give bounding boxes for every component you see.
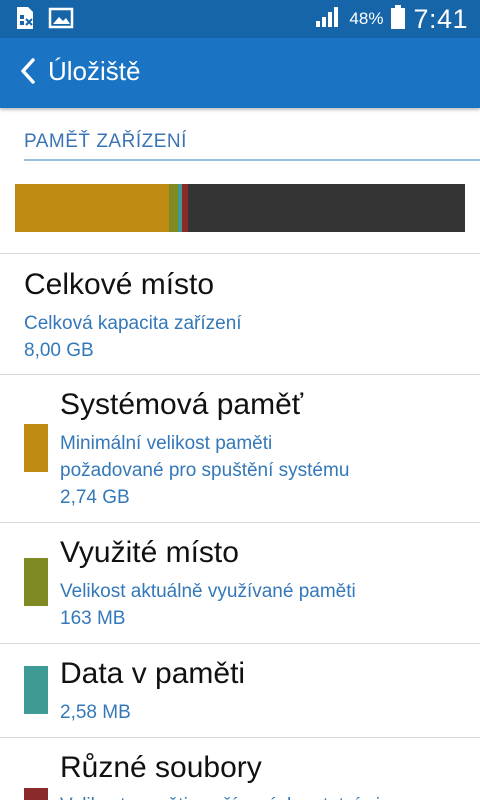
used-space-desc: Velikost aktuálně využívané paměti: [60, 581, 356, 602]
status-bar: 48% 7:41: [0, 0, 480, 38]
section-divider: [24, 159, 480, 161]
total-storage-row[interactable]: Celkové místo Celková kapacita zařízení …: [0, 254, 480, 374]
cached-data-title: Data v paměti: [60, 657, 246, 690]
system-memory-swatch: [24, 424, 48, 472]
storage-usage-bar: [15, 184, 465, 232]
used-space-title: Využité místo: [60, 536, 239, 569]
app-bar: Úložiště: [0, 38, 480, 108]
chevron-left-icon: [19, 57, 37, 90]
cached-data-value: 2,58 MB: [60, 702, 131, 723]
system-memory-title: Systémová paměť: [60, 388, 304, 421]
misc-files-title: Různé soubory: [60, 751, 262, 784]
cached-data-swatch: [24, 666, 48, 714]
misc-files-desc: Velikost paměti využívaných ostatními: [60, 792, 380, 800]
system-memory-row[interactable]: Systémová paměť Minimální velikost pamět…: [0, 375, 480, 522]
battery-icon: [391, 4, 406, 34]
system-memory-value: 2,74 GB: [60, 487, 130, 508]
usage-segment-0: [15, 184, 170, 232]
misc-files-swatch: [24, 788, 48, 800]
sim-card-icon: [14, 6, 36, 35]
back-button[interactable]: [6, 49, 50, 97]
used-space-swatch: [24, 558, 48, 606]
battery-percent: 48%: [349, 9, 384, 28]
total-title: Celkové místo: [24, 268, 215, 301]
total-value: 8,00 GB: [24, 340, 94, 361]
used-space-value: 163 MB: [60, 608, 126, 629]
cached-data-row[interactable]: Data v paměti 2,58 MB: [0, 644, 480, 737]
clock: 7:41: [413, 3, 468, 34]
usage-segment-1: [169, 184, 179, 232]
used-space-row[interactable]: Využité místo Velikost aktuálně využívan…: [0, 523, 480, 643]
image-icon: [48, 6, 74, 35]
section-header: PAMĚŤ ZAŘÍZENÍ: [24, 131, 187, 152]
total-subtitle: Celková kapacita zařízení: [24, 313, 242, 334]
misc-files-row[interactable]: Různé soubory Velikost paměti využívanýc…: [0, 738, 480, 800]
usage-segment-3: [182, 184, 188, 232]
page-title: Úložiště: [48, 56, 141, 86]
system-memory-desc-line1: Minimální velikost paměti: [60, 433, 273, 454]
system-memory-desc-line2: požadované pro spuštění systému: [60, 460, 350, 481]
signal-icon: [315, 6, 341, 33]
